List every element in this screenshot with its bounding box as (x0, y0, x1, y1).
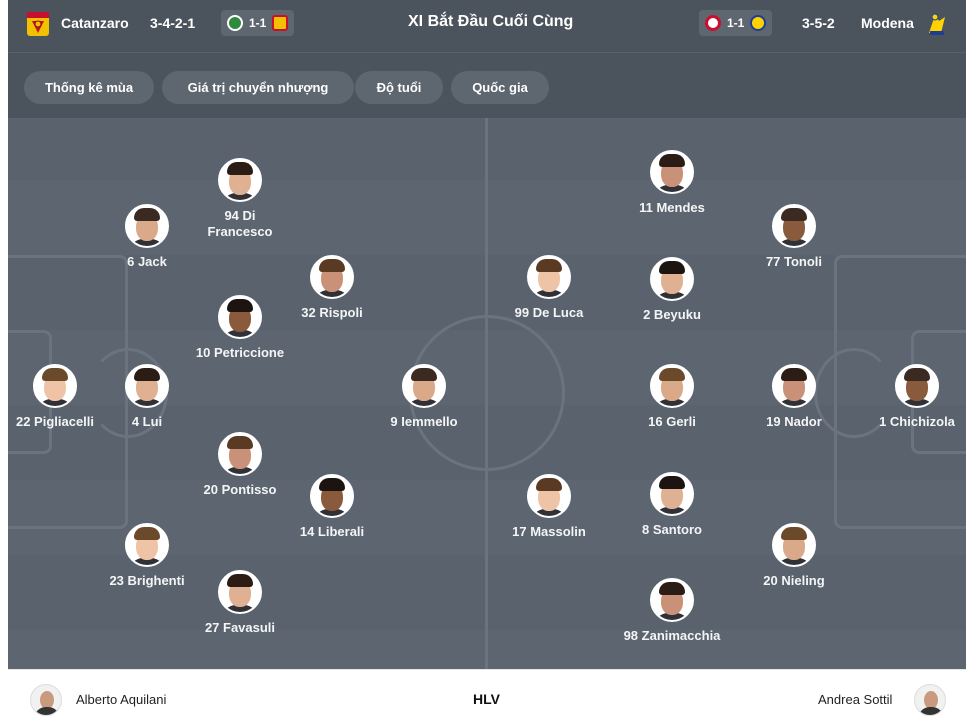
away-player[interactable]: 11 Mendes (607, 150, 737, 216)
player-name: 1 Chichizola (879, 414, 955, 429)
away-player[interactable]: 1 Chichizola (852, 364, 966, 430)
player-avatar[interactable] (527, 255, 571, 299)
away-form-score: 1-1 (727, 16, 745, 30)
lineup-header: Catanzaro 3-4-2-1 1-1 XI Bắt Đầu Cuối Cù… (8, 0, 966, 52)
player-avatar[interactable] (650, 472, 694, 516)
home-team-name[interactable]: Catanzaro (61, 15, 129, 31)
player-name: 27 Favasuli (204, 620, 276, 635)
home-player[interactable]: 14 Liberali (267, 474, 397, 540)
away-team-name[interactable]: Modena (861, 15, 914, 31)
away-player[interactable]: 98 Zanimacchia (607, 578, 737, 644)
away-player[interactable]: 16 Gerli (607, 364, 737, 430)
player-avatar[interactable] (125, 364, 169, 408)
home-player[interactable]: 6 Jack (82, 204, 212, 270)
player-avatar[interactable] (650, 364, 694, 408)
player-avatar[interactable] (218, 158, 262, 202)
away-player[interactable]: 2 Beyuku (607, 257, 737, 323)
home-form-pill[interactable]: 1-1 (221, 10, 295, 36)
player-avatar[interactable] (125, 204, 169, 248)
player-avatar[interactable] (895, 364, 939, 408)
player-name: 77 Tonoli (765, 254, 823, 269)
player-name: 16 Gerli (648, 414, 696, 429)
away-formation: 3-5-2 (802, 15, 835, 31)
away-player[interactable]: 8 Santoro (607, 472, 737, 538)
home-player[interactable]: 9 Iemmello (359, 364, 489, 430)
player-avatar[interactable] (218, 295, 262, 339)
player-name: 20 Nieling (763, 573, 825, 588)
football-pitch: 94 Di Francesco 6 Jack 32 Rispoli 10 Petric… (8, 118, 966, 669)
player-name: 94 Di Francesco (207, 208, 273, 239)
filter-age[interactable]: Độ tuổi (355, 71, 443, 104)
player-name: 6 Jack (127, 254, 167, 269)
home-formation: 3-4-2-1 (150, 15, 196, 31)
player-name: 10 Petriccione (195, 345, 285, 360)
player-name: 4 Lui (131, 414, 163, 429)
home-player[interactable]: 10 Petriccione (175, 295, 305, 361)
away-coach-name[interactable]: Andrea Sottil (818, 692, 892, 707)
avellino-logo-icon (227, 15, 243, 31)
filter-season-stats[interactable]: Thống kê mùa (24, 71, 154, 104)
player-avatar[interactable] (772, 364, 816, 408)
modena-logo-icon[interactable] (925, 11, 949, 37)
player-avatar[interactable] (310, 255, 354, 299)
player-name: 99 De Luca (514, 305, 584, 320)
player-avatar[interactable] (33, 364, 77, 408)
coach-label: HLV (473, 691, 500, 707)
player-name: 8 Santoro (642, 522, 702, 537)
coaches-footer: Alberto Aquilani HLV Andrea Sottil (8, 669, 966, 727)
away-player[interactable]: 77 Tonoli (729, 204, 859, 270)
player-avatar[interactable] (650, 150, 694, 194)
player-name: 14 Liberali (299, 524, 365, 539)
player-avatar[interactable] (772, 204, 816, 248)
home-coach-avatar[interactable] (30, 684, 62, 716)
player-name: 11 Mendes (639, 200, 705, 215)
away-player[interactable]: 19 Nador (729, 364, 859, 430)
player-name: 17 Massolin (512, 524, 586, 539)
player-name: 2 Beyuku (643, 307, 701, 322)
player-avatar[interactable] (218, 432, 262, 476)
filter-nationality[interactable]: Quốc gia (451, 71, 549, 104)
away-player[interactable]: 20 Nieling (729, 523, 859, 589)
away-player[interactable]: 99 De Luca (484, 255, 614, 321)
home-player[interactable]: 94 Di Francesco (200, 158, 280, 240)
player-avatar[interactable] (402, 364, 446, 408)
home-player[interactable]: 4 Lui (82, 364, 212, 430)
player-name: 19 Nador (766, 414, 822, 429)
opponent-logo-icon (705, 15, 721, 31)
filter-transfer-value[interactable]: Giá trị chuyển nhượng (162, 71, 354, 104)
filter-bar: Thống kê mùa Giá trị chuyển nhượng Độ tu… (8, 52, 966, 118)
player-avatar[interactable] (310, 474, 354, 518)
catanzaro-mini-logo-icon (272, 15, 289, 31)
home-coach-name[interactable]: Alberto Aquilani (76, 692, 166, 707)
player-avatar[interactable] (218, 570, 262, 614)
player-avatar[interactable] (650, 257, 694, 301)
catanzaro-logo-icon[interactable] (26, 11, 50, 37)
player-avatar[interactable] (772, 523, 816, 567)
player-avatar[interactable] (527, 474, 571, 518)
home-form-score: 1-1 (249, 16, 267, 30)
player-avatar[interactable] (125, 523, 169, 567)
away-coach-avatar[interactable] (914, 684, 946, 716)
away-player[interactable]: 17 Massolin (484, 474, 614, 540)
player-name: 98 Zanimacchia (623, 628, 721, 643)
away-form-pill[interactable]: 1-1 (699, 10, 773, 36)
home-player[interactable]: 27 Favasuli (175, 570, 305, 636)
player-name: 9 Iemmello (390, 414, 458, 429)
page-title: XI Bắt Đầu Cuối Cùng (408, 13, 574, 30)
player-avatar[interactable] (650, 578, 694, 622)
modena-mini-logo-icon (750, 15, 767, 31)
